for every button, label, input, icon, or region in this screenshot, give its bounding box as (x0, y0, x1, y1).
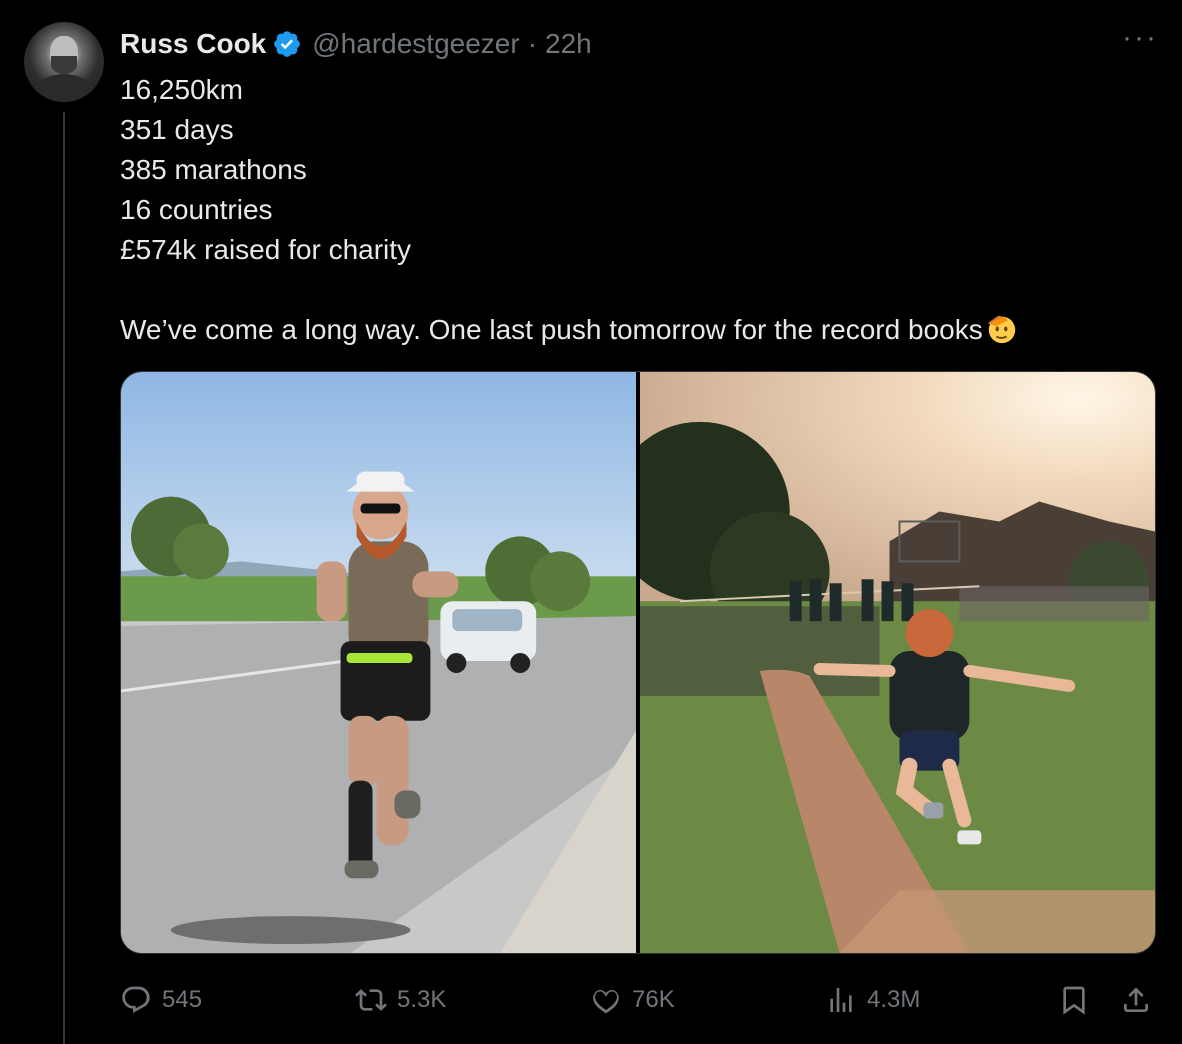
saluting-face-emoji (987, 315, 1015, 344)
repost-button[interactable]: 5.3K (355, 980, 446, 1020)
author-name[interactable]: Russ Cook (120, 28, 266, 60)
verified-badge-icon[interactable] (272, 29, 302, 59)
tweet-line: 351 days (120, 114, 234, 145)
tweet-line: £574k raised for charity (120, 234, 412, 265)
tweet-text: 16,250km 351 days 385 marathons 16 count… (120, 70, 1130, 350)
more-options-icon[interactable]: ··· (1122, 23, 1158, 53)
tweet-line: 16 countries (120, 194, 273, 225)
tweet-closing-line: We’ve come a long way. One last push tom… (120, 310, 1130, 350)
views-button[interactable]: 4.3M (825, 980, 920, 1020)
view-count: 4.3M (867, 986, 921, 1013)
reply-count: 545 (162, 986, 203, 1013)
childhood-long-jump-photo[interactable] (640, 372, 1155, 953)
tweet-actions: 545 5.3K 76K 4.3M (120, 980, 1160, 1020)
author-handle[interactable]: @hardestgeezer (312, 28, 519, 60)
avatar-beard (51, 56, 77, 74)
avatar-body (34, 74, 94, 102)
speech-bubble-icon (122, 986, 150, 1013)
tweet-header: Russ Cook @hardestgeezer · 22h (120, 26, 592, 62)
tweet-line: 385 marathons (120, 154, 307, 185)
thread-line (63, 112, 65, 1044)
like-button[interactable]: 76K (590, 980, 675, 1020)
media-grid (120, 371, 1156, 954)
tweet-closing-text: We’ve come a long way. One last push tom… (120, 314, 983, 345)
bookmark-icon (1063, 986, 1085, 1015)
bookmark-button[interactable] (1058, 980, 1090, 1020)
like-count: 76K (632, 986, 675, 1013)
repost-arrows-icon (355, 989, 387, 1011)
reply-button[interactable]: 545 (120, 980, 202, 1020)
author-avatar[interactable] (24, 22, 104, 102)
running-on-road-photo[interactable] (121, 372, 636, 953)
running-photo-illustration (121, 372, 636, 953)
long-jump-photo-illustration (640, 372, 1155, 953)
repost-count: 5.3K (397, 986, 447, 1013)
share-button[interactable] (1120, 980, 1152, 1020)
header-separator: · (527, 28, 538, 59)
tweet-timestamp[interactable]: 22h (545, 28, 592, 60)
heart-icon (593, 989, 619, 1014)
tweet-line: 16,250km (120, 74, 243, 105)
bar-chart-icon (830, 988, 852, 1012)
share-icon (1124, 987, 1148, 1012)
